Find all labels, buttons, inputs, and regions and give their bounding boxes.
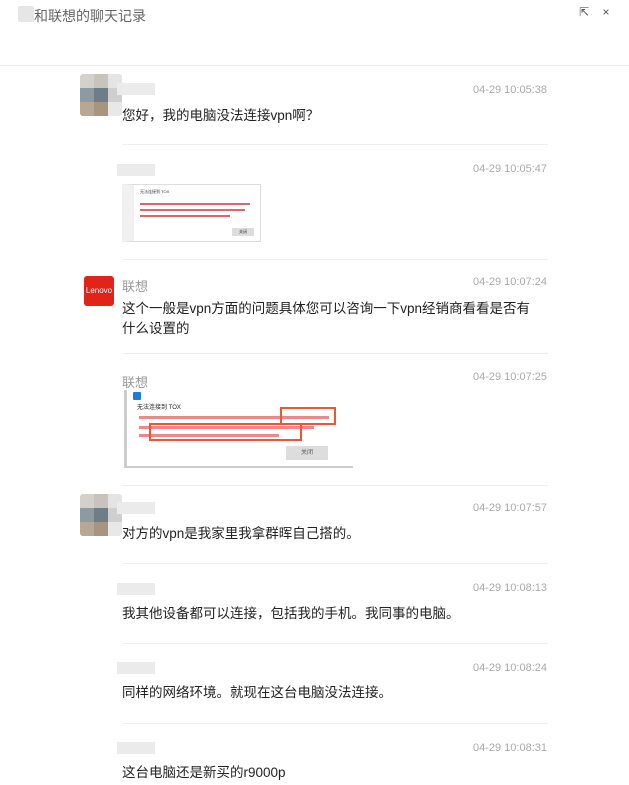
divider bbox=[122, 353, 548, 354]
annotated-screenshot-image[interactable]: 无法连接到 TOX 关闭 bbox=[124, 390, 353, 468]
highlight-box bbox=[149, 423, 302, 441]
popout-icon[interactable]: ⇱ bbox=[575, 4, 593, 20]
app-icon bbox=[133, 392, 141, 400]
divider bbox=[122, 643, 548, 644]
sender-name bbox=[117, 502, 155, 514]
screenshot-close-button: 关闭 bbox=[232, 228, 254, 236]
divider bbox=[122, 259, 548, 260]
message-text[interactable]: 对方的vpn是我家里我拿群晖自己搭的。 bbox=[122, 524, 542, 544]
error-text-line bbox=[140, 209, 245, 211]
error-text-line bbox=[140, 215, 230, 217]
message-text[interactable]: 这个一般是vpn方面的问题具体您可以咨询一下vpn经销商看看是否有什么设置的 bbox=[122, 299, 542, 339]
sender-name: 联想 bbox=[122, 375, 149, 390]
sender-name bbox=[117, 83, 155, 95]
message-time: 04-29 10:08:13 bbox=[472, 582, 547, 594]
avatar bbox=[80, 74, 122, 116]
blurred-name bbox=[18, 6, 34, 22]
sender-name bbox=[117, 662, 155, 674]
window-title: 和联想的聊天记录 bbox=[34, 8, 146, 24]
divider bbox=[122, 144, 548, 145]
sender-name bbox=[117, 742, 155, 754]
divider bbox=[122, 485, 548, 486]
message-text[interactable]: 我其他设备都可以连接，包括我的手机。我同事的电脑。 bbox=[122, 604, 542, 624]
sender-name bbox=[117, 583, 155, 595]
message-time: 04-29 10:07:57 bbox=[472, 502, 547, 514]
message-time: 04-29 10:08:24 bbox=[472, 662, 547, 674]
error-text-line bbox=[140, 203, 250, 205]
close-icon[interactable]: × bbox=[597, 4, 615, 20]
message-time: 04-29 10:05:38 bbox=[472, 84, 547, 96]
window-titlebar: 和联想的聊天记录 ⇱ × bbox=[0, 0, 629, 66]
sender-name: 联想 bbox=[122, 279, 149, 294]
avatar bbox=[80, 494, 122, 536]
divider bbox=[122, 723, 548, 724]
message-time: 04-29 10:08:31 bbox=[472, 742, 547, 754]
screenshot-close-button: 关闭 bbox=[286, 446, 328, 460]
lenovo-avatar: Lenovo bbox=[84, 276, 114, 306]
message-text[interactable]: 这台电脑还是新买的r9000p bbox=[122, 763, 542, 783]
message-time: 04-29 10:07:24 bbox=[472, 276, 547, 288]
screenshot-heading: 无法连接到 TOX bbox=[137, 405, 181, 411]
message-text[interactable]: 您好，我的电脑没法连接vpn啊？ bbox=[122, 106, 542, 126]
error-screenshot-image[interactable]: 无法连接到 TOX 关闭 bbox=[122, 184, 261, 242]
sender-name bbox=[117, 164, 155, 176]
message-time: 04-29 10:07:25 bbox=[472, 371, 547, 383]
divider bbox=[122, 563, 548, 564]
message-text[interactable]: 同样的网络环境。就现在这台电脑没法连接。 bbox=[122, 683, 542, 703]
message-time: 04-29 10:05:47 bbox=[472, 163, 547, 175]
screenshot-heading: 无法连接到 TOX bbox=[140, 189, 170, 194]
